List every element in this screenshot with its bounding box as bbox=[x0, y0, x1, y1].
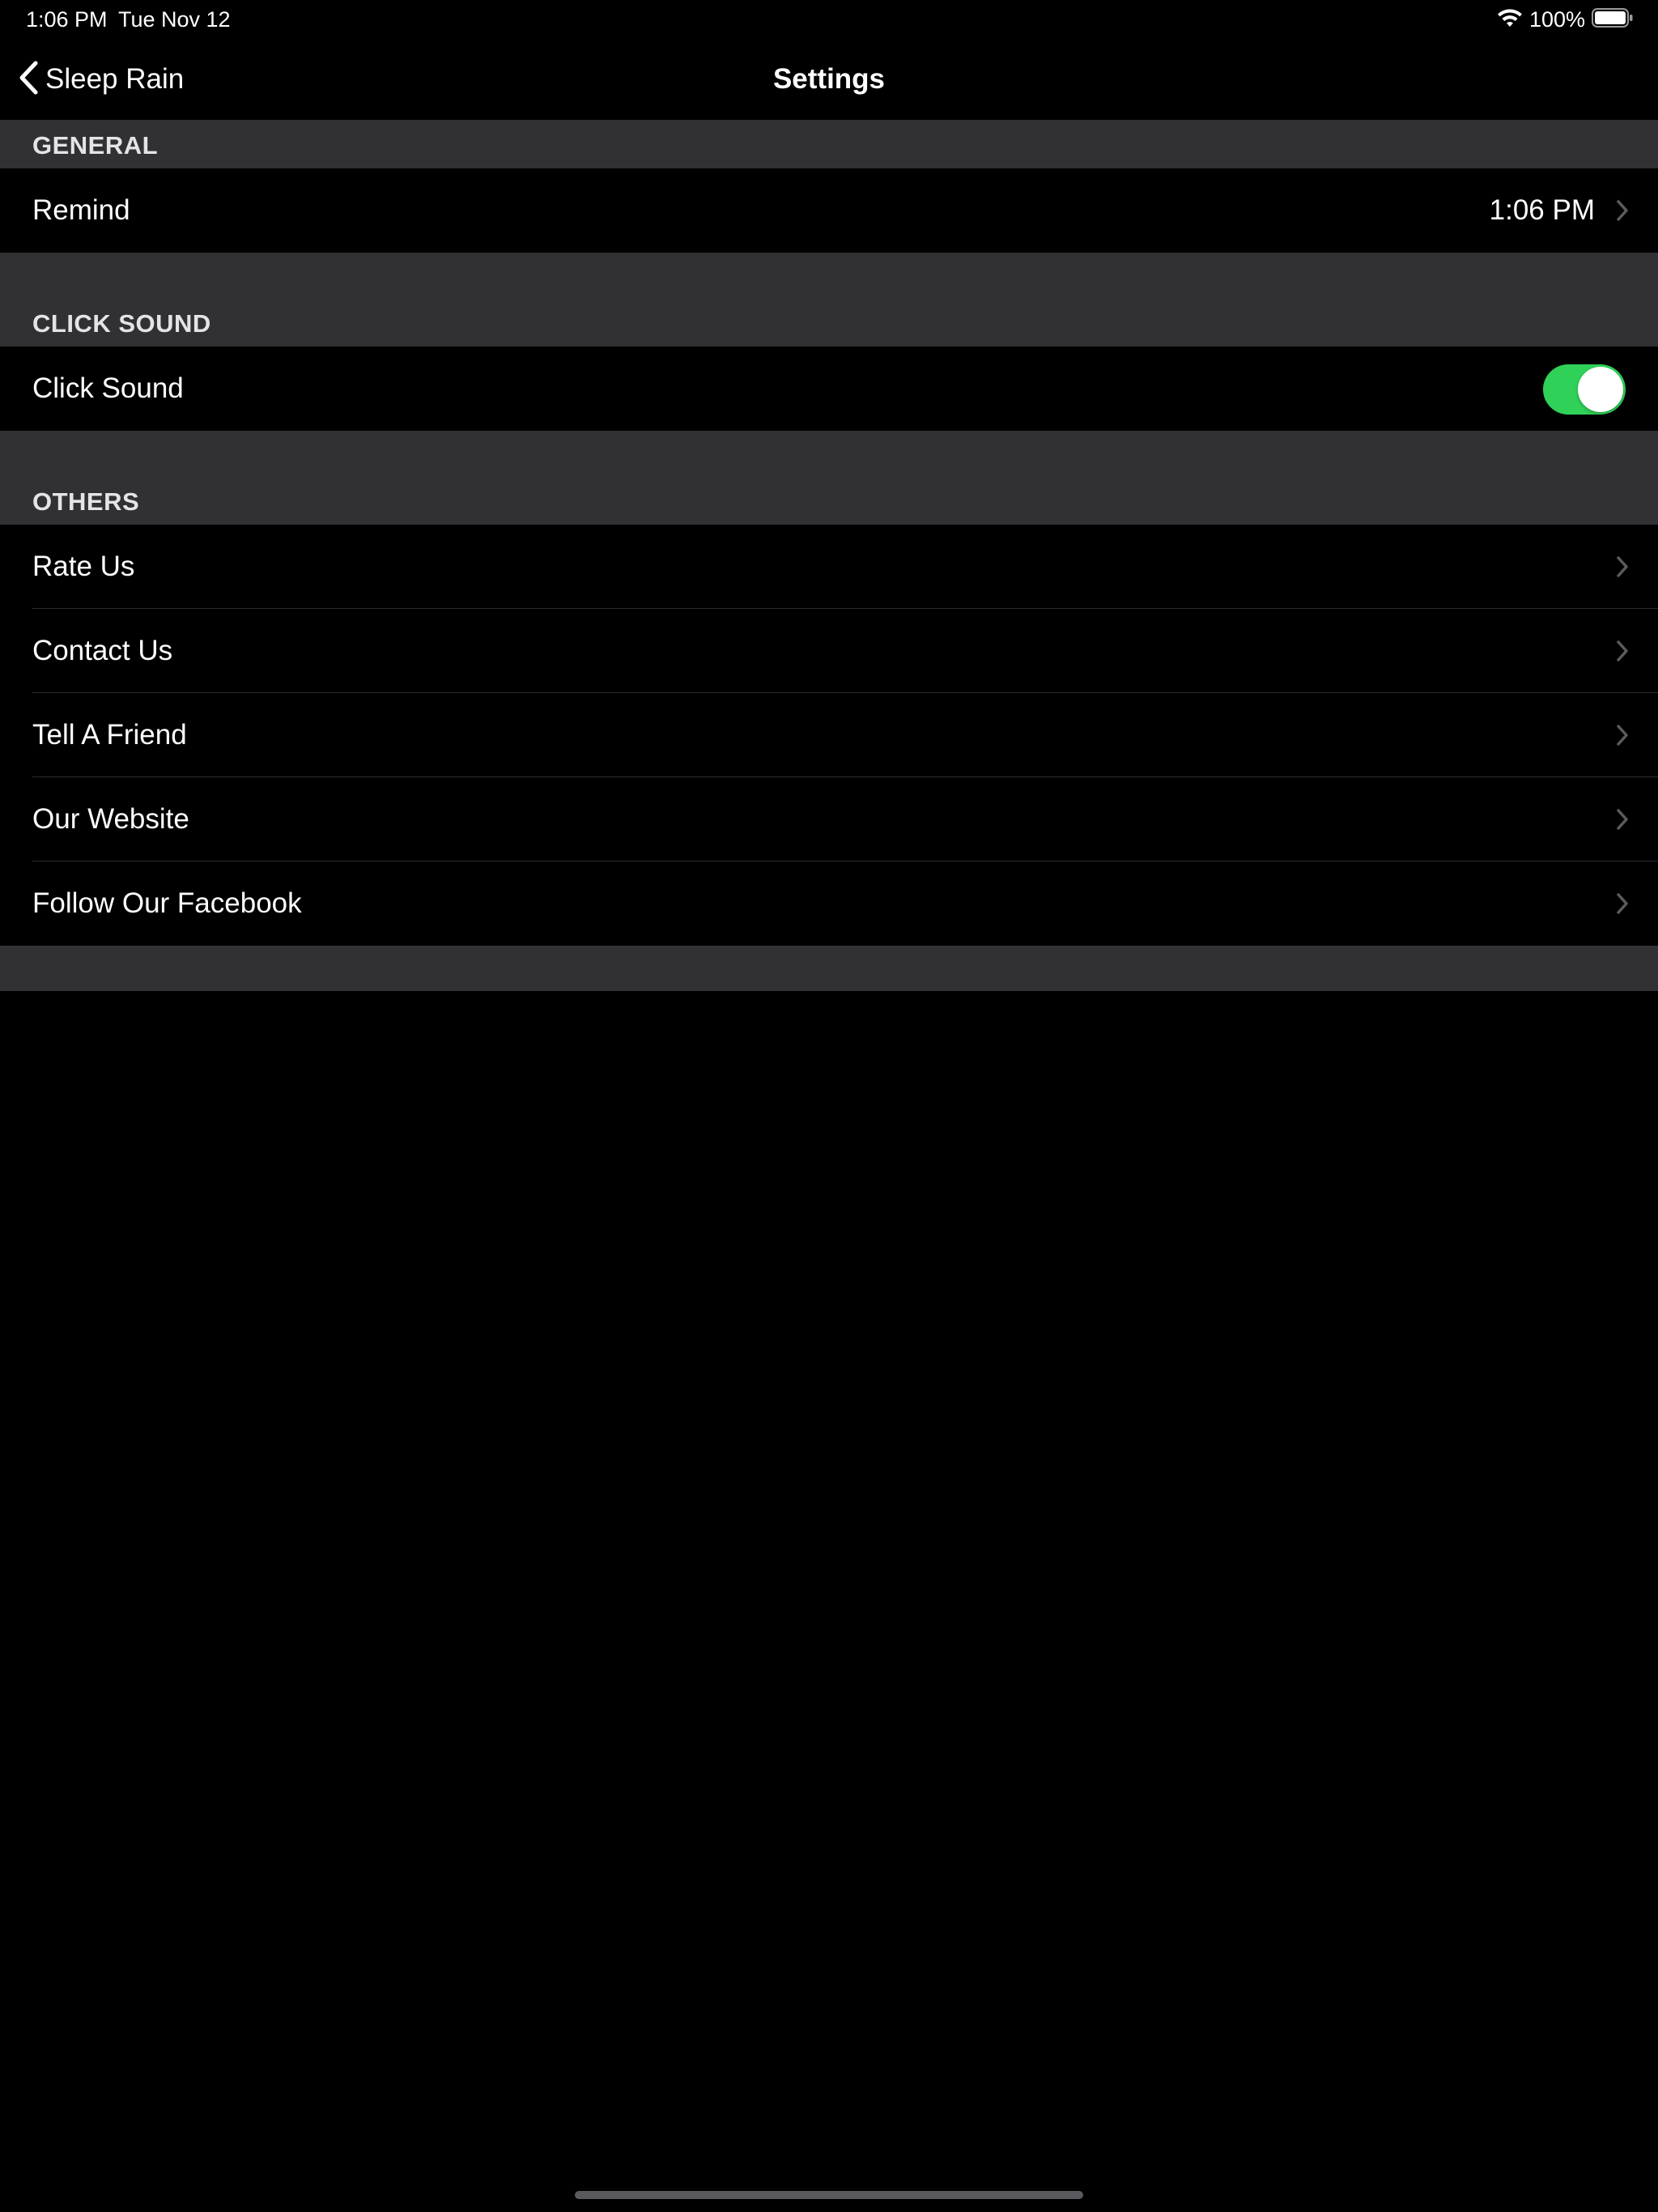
remind-row[interactable]: Remind 1:06 PM bbox=[0, 168, 1658, 253]
home-indicator[interactable] bbox=[575, 2191, 1083, 2199]
settings-table: GENERAL Remind 1:06 PM CLICK SOUND Click… bbox=[0, 120, 1658, 991]
section-header-label: OTHERS bbox=[32, 487, 140, 516]
section-header-click-sound: CLICK SOUND bbox=[0, 253, 1658, 347]
page-title: Settings bbox=[772, 63, 886, 95]
chevron-right-icon bbox=[1616, 724, 1629, 747]
our-website-row[interactable]: Our Website bbox=[0, 777, 1658, 861]
click-sound-toggle[interactable] bbox=[1543, 364, 1626, 415]
remind-time-value: 1:06 PM bbox=[1489, 194, 1595, 226]
our-website-label: Our Website bbox=[32, 803, 189, 835]
status-bar: 1:06 PM Tue Nov 12 100% bbox=[0, 0, 1658, 39]
status-time: 1:06 PM bbox=[26, 7, 108, 32]
chevron-right-icon bbox=[1616, 640, 1629, 662]
follow-facebook-row[interactable]: Follow Our Facebook bbox=[0, 861, 1658, 946]
contact-us-label: Contact Us bbox=[32, 635, 173, 666]
section-footer bbox=[0, 946, 1658, 991]
click-sound-label: Click Sound bbox=[32, 372, 184, 404]
wifi-icon bbox=[1497, 7, 1523, 32]
rate-us-row[interactable]: Rate Us bbox=[0, 525, 1658, 609]
battery-percent: 100% bbox=[1528, 7, 1585, 32]
chevron-right-icon bbox=[1616, 892, 1629, 915]
click-sound-row: Click Sound bbox=[0, 347, 1658, 431]
section-header-others: OTHERS bbox=[0, 431, 1658, 525]
remind-label: Remind bbox=[32, 194, 130, 226]
tell-a-friend-row[interactable]: Tell A Friend bbox=[0, 693, 1658, 777]
toggle-knob bbox=[1578, 367, 1623, 412]
section-header-label: GENERAL bbox=[32, 131, 159, 160]
battery-icon bbox=[1592, 7, 1634, 32]
section-header-label: CLICK SOUND bbox=[32, 309, 211, 338]
chevron-right-icon bbox=[1616, 199, 1629, 222]
contact-us-row[interactable]: Contact Us bbox=[0, 609, 1658, 693]
follow-facebook-label: Follow Our Facebook bbox=[32, 887, 302, 919]
status-indicators: 100% bbox=[1497, 5, 1634, 34]
status-date: Tue Nov 12 bbox=[118, 7, 231, 32]
tell-a-friend-label: Tell A Friend bbox=[32, 719, 187, 751]
chevron-right-icon bbox=[1616, 808, 1629, 831]
rate-us-label: Rate Us bbox=[32, 551, 135, 582]
navigation-bar: Sleep Rain Settings bbox=[0, 39, 1658, 120]
chevron-right-icon bbox=[1616, 555, 1629, 578]
section-header-general: GENERAL bbox=[0, 120, 1658, 168]
